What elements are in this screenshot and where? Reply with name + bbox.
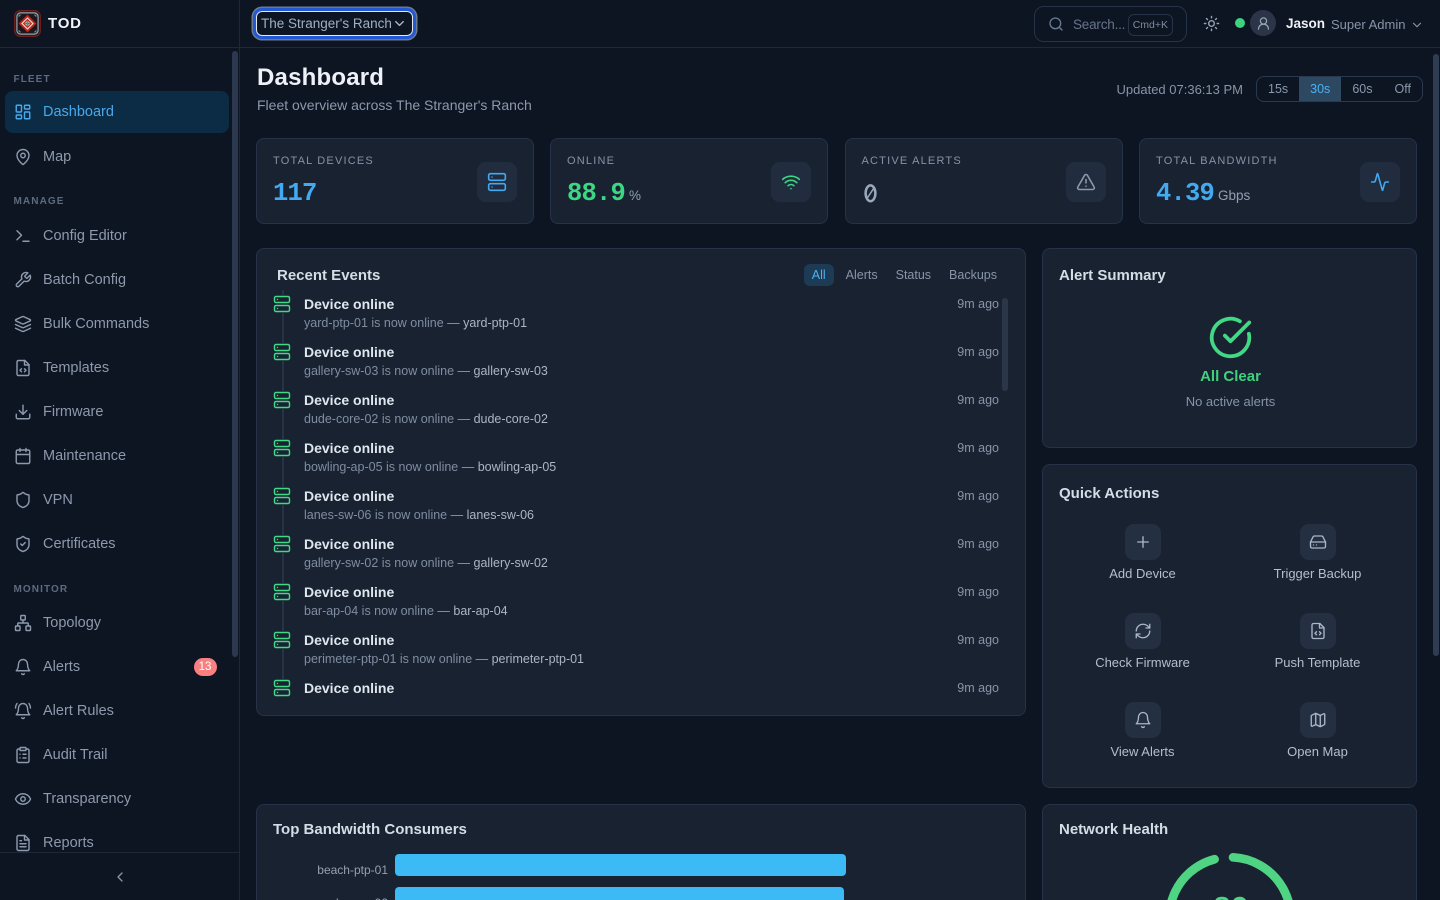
svg-text:89: 89 [1213, 892, 1249, 900]
